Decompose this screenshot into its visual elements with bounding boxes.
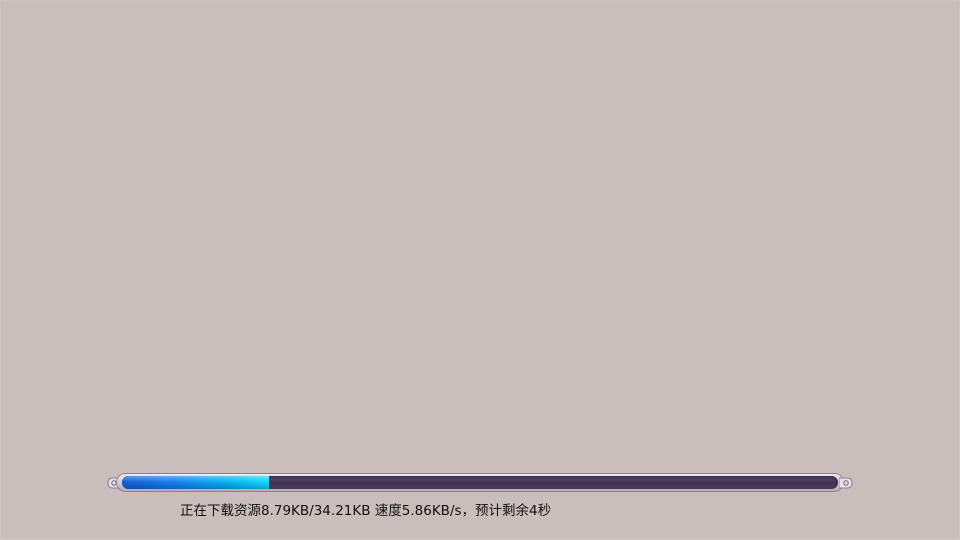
loading-screen: 正在下载资源8.79KB/34.21KB 速度5.86KB/s，预计剩余4秒 — [0, 0, 960, 540]
download-status-text: 正在下载资源8.79KB/34.21KB 速度5.86KB/s，预计剩余4秒 — [180, 503, 552, 519]
right-bar-end-cap-icon — [839, 477, 853, 489]
progress-fill — [122, 476, 270, 489]
download-progress-bar — [107, 472, 853, 494]
progress-track — [122, 476, 838, 489]
